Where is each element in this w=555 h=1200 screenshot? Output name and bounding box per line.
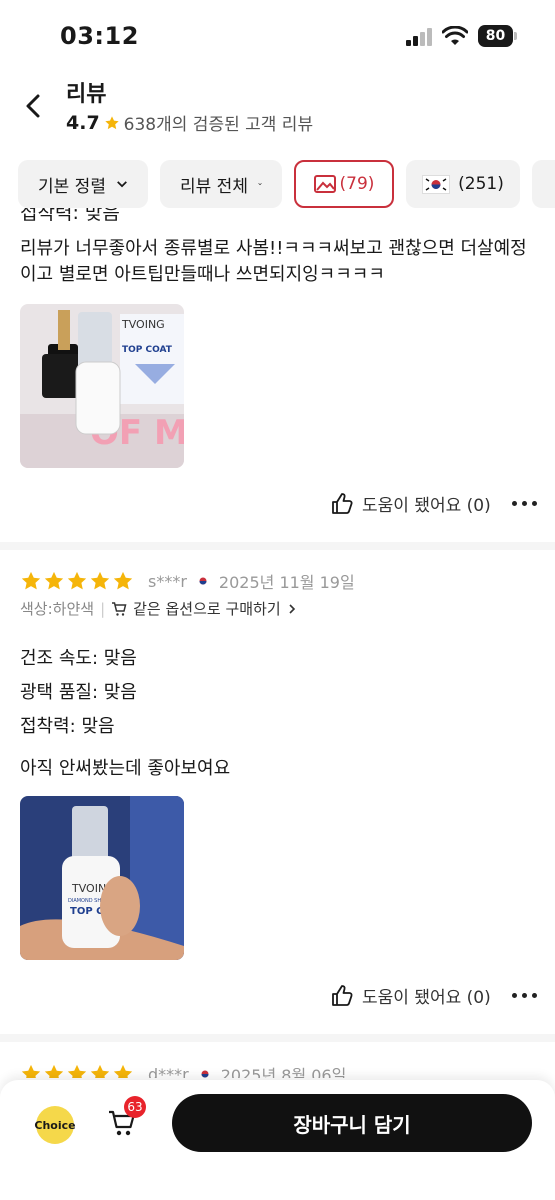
country-filter-count: (251) [458,174,504,194]
more-options-icon[interactable] [512,501,538,509]
thumbs-up-icon [332,984,353,1006]
divider [0,1034,555,1042]
review-count: 638개의 검증된 고객 리뷰 [123,115,314,135]
review-meta: s***r 2025년 11월 19일 [20,569,355,593]
star-icon [113,1064,133,1078]
review-text: 아직 안써봤는데 좋아보여요 [20,758,231,779]
review-attribute: 접착력: 맞음 [20,208,120,224]
review-photo[interactable]: OF M TVOING TOP COAT [20,304,184,468]
star-icon [90,1064,110,1078]
star-rating [20,570,134,592]
battery-level: 80 [478,25,513,47]
korea-flag-icon [422,174,451,194]
more-filter-chip[interactable] [532,160,555,208]
star-icon [44,1064,64,1078]
battery-icon: 80 [478,25,518,47]
reviewer-name: d***r [148,1064,189,1079]
photo-brand: TVOING [121,318,165,331]
back-arrow-icon[interactable] [20,92,48,120]
status-bar: 03:12 80 [0,0,555,70]
star-icon [113,571,133,590]
helpful-button[interactable]: 도움이 됐어요 (0) [330,983,491,1008]
helpful-label: 도움이 됐어요 (0) [362,988,491,1008]
review-meta: d***r 2025년 8월 06일 [20,1062,346,1078]
star-icon [67,1064,87,1078]
variant-label: 색상:하얀색 [20,600,95,618]
star-icon [105,115,119,129]
review-attribute: 광택 품질: 맞음 [20,682,137,703]
image-icon [313,175,336,193]
add-to-cart-button[interactable]: 장바구니 담기 [172,1094,532,1152]
photo-filter-chip[interactable]: (79) [294,160,394,208]
star-icon [44,571,64,590]
page-title: 리뷰 [66,82,107,107]
filter-bar: 기본 정렬 리뷰 전체 (79) (251) [18,160,555,208]
chevron-right-icon [289,603,295,614]
sort-label: 기본 정렬 [38,176,106,197]
star-icon [67,571,87,590]
photo-filter-count: (79) [339,174,375,194]
korea-flag-icon [192,574,213,588]
review-text: 리뷰가 너무좋아서 종류별로 사봄!!ㅋㅋㅋ써보고 괜찮으면 더살예정이고 별로… [20,238,527,285]
review-attribute: 건조 속도: 맞음 [20,648,137,669]
review-photo[interactable]: TVOING DIAMOND SHIELD TOP COAT [20,796,184,960]
star-rating [20,1063,134,1078]
cart-icon [112,601,127,616]
divider [0,542,555,550]
cart-count-badge: 63 [124,1096,146,1118]
star-icon [21,1064,41,1078]
review-filter-dropdown[interactable]: 리뷰 전체 [160,160,282,208]
wifi-icon [442,26,468,45]
thumbs-up-icon [332,492,353,514]
review-date: 2025년 8월 06일 [220,1066,347,1078]
country-filter-chip[interactable]: (251) [406,160,520,208]
rating-score: 4.7 [66,111,100,134]
review-attribute: 접착력: 맞음 [20,716,115,737]
sort-dropdown[interactable]: 기본 정렬 [18,160,148,208]
status-time: 03:12 [60,22,139,50]
review-list: 접착력: 맞음 리뷰가 너무좋아서 종류별로 사봄!!ㅋㅋㅋ써보고 괜찮으면 더… [0,208,555,1078]
star-icon [21,571,41,590]
chevron-down-icon [117,181,127,188]
korea-flag-icon [194,1067,215,1078]
page-header: 리뷰 4.7 638개의 검증된 고객 리뷰 [0,70,555,150]
helpful-label: 도움이 됐어요 (0) [362,496,491,516]
review-filter-label: 리뷰 전체 [180,176,248,197]
more-options-icon[interactable] [512,993,538,1001]
reviewer-name: s***r [148,571,187,591]
cellular-signal-icon [406,28,432,46]
helpful-button[interactable]: 도움이 됐어요 (0) [330,491,491,516]
choice-badge[interactable]: Choice [34,1106,76,1144]
rating-summary: 4.7 638개의 검증된 고객 리뷰 [66,110,314,136]
same-option-link[interactable]: 같은 옵션으로 구매하기 [133,598,281,619]
review-date: 2025년 11월 19일 [218,573,355,592]
star-icon [90,571,110,590]
chevron-down-icon [258,183,262,186]
bottom-action-bar: Choice 63 장바구니 담기 [0,1080,555,1200]
variant-info: 색상:하얀색 | 같은 옵션으로 구매하기 [20,598,297,619]
photo-product: TOP COAT [122,345,173,355]
